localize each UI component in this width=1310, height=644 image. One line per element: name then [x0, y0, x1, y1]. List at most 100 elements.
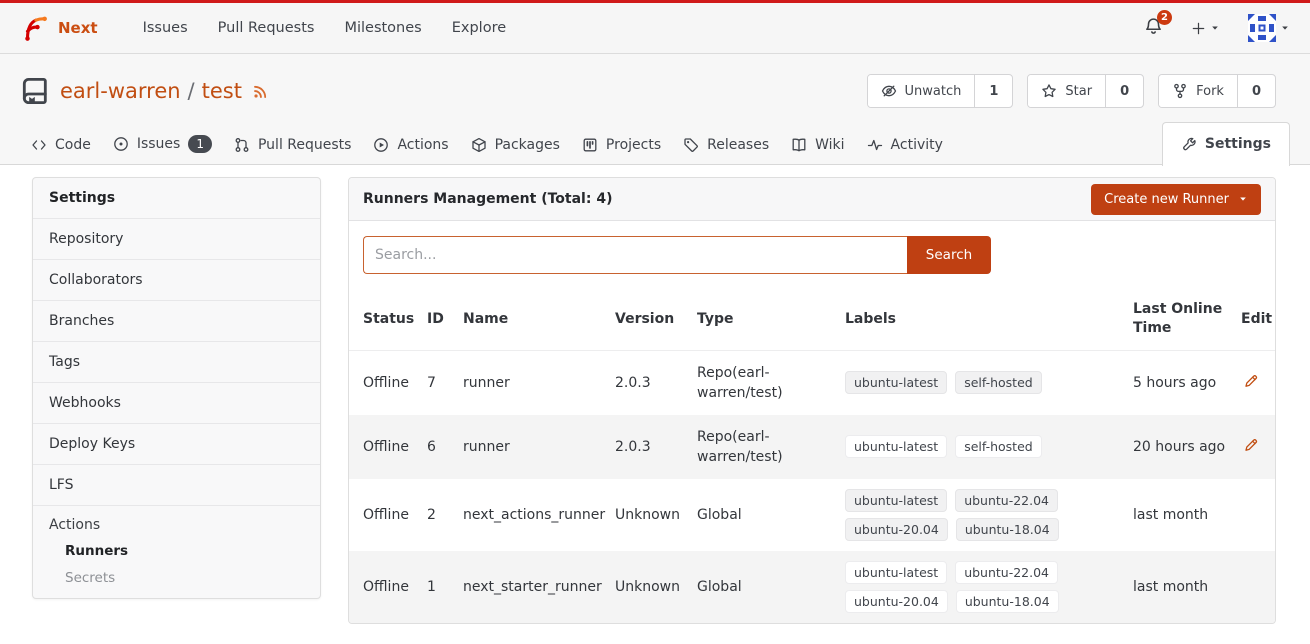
label-chips: ubuntu-latestubuntu-22.04ubuntu-20.04ubu…: [845, 489, 1085, 541]
forgejo-logo-icon: [20, 13, 50, 43]
top-navbar: Next IssuesPull RequestsMilestonesExplor…: [0, 3, 1310, 54]
tab-packages[interactable]: Packages: [460, 125, 571, 165]
sidebar-item-lfs[interactable]: LFS: [33, 464, 320, 505]
settings-sidebar: SettingsRepositoryCollaboratorsBranchesT…: [32, 177, 321, 599]
wiki-icon: [791, 137, 807, 153]
edit-runner-button[interactable]: [1241, 371, 1261, 394]
sidebar-subitem-runners[interactable]: Runners: [65, 543, 304, 559]
runner-name: next_starter_runner: [463, 551, 615, 623]
rss-icon[interactable]: [252, 83, 269, 100]
repo-name-link[interactable]: test: [202, 79, 242, 103]
page: Next IssuesPull RequestsMilestonesExplor…: [0, 0, 1310, 644]
sidebar-actions-subitems: Runners Secrets: [49, 543, 304, 586]
runners-table: StatusIDNameVersionTypeLabelsLast Online…: [349, 288, 1276, 623]
runner-id: 2: [427, 479, 463, 551]
instance-name: Next: [58, 19, 98, 37]
repo-title: earl-warren / test: [60, 79, 269, 103]
tab-settings[interactable]: Settings: [1162, 122, 1290, 166]
tab-actions[interactable]: Actions: [362, 125, 459, 165]
column-header-type: Type: [697, 288, 845, 351]
star-button-group: Star 0: [1027, 74, 1144, 108]
tab-pull-requests[interactable]: Pull Requests: [223, 125, 362, 165]
sidebar-item-branches[interactable]: Branches: [33, 300, 320, 341]
tab-label: Releases: [707, 137, 769, 153]
runner-name: next_actions_runner: [463, 479, 615, 551]
column-header-edit: Edit: [1241, 288, 1276, 351]
label-chips: ubuntu-latestself-hosted: [845, 435, 1085, 458]
fork-icon: [1172, 83, 1188, 99]
runner-labels: ubuntu-latestself-hosted: [845, 415, 1133, 479]
star-label: Star: [1065, 84, 1092, 99]
create-new-runner-button[interactable]: Create new Runner: [1091, 184, 1261, 215]
home-brand[interactable]: Next: [20, 13, 98, 43]
sidebar-item-tags[interactable]: Tags: [33, 341, 320, 382]
runner-type: Repo(earl-warren/test): [697, 351, 845, 415]
repo-owner-link[interactable]: earl-warren: [60, 79, 181, 103]
label-chip: ubuntu-20.04: [845, 590, 948, 613]
table-row: Offline1next_starter_runnerUnknownGlobal…: [349, 551, 1276, 623]
tab-label: Packages: [495, 137, 560, 153]
runner-last-online: last month: [1133, 551, 1241, 623]
unwatch-button-group: Unwatch 1: [867, 74, 1014, 108]
unwatch-button[interactable]: Unwatch: [868, 75, 976, 107]
avatar: [1248, 14, 1276, 42]
search-button[interactable]: Search: [907, 236, 991, 274]
repository-icon: [20, 76, 50, 106]
create-new-menu[interactable]: [1191, 21, 1220, 36]
unwatch-count[interactable]: 1: [975, 75, 1012, 107]
sidebar-item-deploy-keys[interactable]: Deploy Keys: [33, 423, 320, 464]
navbar-links: IssuesPull RequestsMilestonesExplore: [128, 20, 522, 36]
label-chips: ubuntu-latestself-hosted: [845, 371, 1085, 394]
label-chip: ubuntu-18.04: [956, 590, 1059, 613]
tab-wiki[interactable]: Wiki: [780, 125, 855, 165]
chevron-down-icon: [1280, 23, 1290, 33]
fork-button-group: Fork0: [1158, 74, 1276, 108]
nav-link-issues[interactable]: Issues: [128, 20, 203, 36]
runner-id: 1: [427, 551, 463, 623]
column-header-last-online-time: Last Online Time: [1133, 288, 1241, 351]
tab-label: Issues: [137, 136, 181, 152]
label-chip: ubuntu-20.04: [845, 518, 948, 541]
star-count[interactable]: 0: [1106, 75, 1143, 107]
tab-count-badge: 1: [188, 135, 212, 153]
sidebar-item-actions[interactable]: Actions: [49, 517, 304, 533]
notifications-button[interactable]: 2: [1144, 17, 1163, 40]
repo-header-section: earl-warren / test Unwatch1Star0Fork0 Co…: [0, 54, 1310, 165]
fork-button[interactable]: Fork: [1159, 75, 1238, 107]
settings-icon: [1181, 136, 1197, 152]
sidebar-item-repository[interactable]: Repository: [33, 218, 320, 259]
nav-link-explore[interactable]: Explore: [437, 20, 521, 36]
runner-name: runner: [463, 351, 615, 415]
unwatch-label: Unwatch: [905, 84, 962, 99]
column-header-id: ID: [427, 288, 463, 351]
nav-link-pull-requests[interactable]: Pull Requests: [203, 20, 330, 36]
runner-last-online: last month: [1133, 479, 1241, 551]
runner-edit-cell: [1241, 415, 1276, 479]
search-input[interactable]: [363, 236, 907, 274]
user-menu[interactable]: [1248, 14, 1290, 42]
label-chip: self-hosted: [955, 371, 1042, 394]
activity-icon: [867, 137, 883, 153]
runner-status: Offline: [349, 415, 427, 479]
sidebar-item-collaborators[interactable]: Collaborators: [33, 259, 320, 300]
tab-issues[interactable]: Issues 1: [102, 123, 223, 165]
sidebar-item-webhooks[interactable]: Webhooks: [33, 382, 320, 423]
label-chip: ubuntu-latest: [845, 561, 947, 584]
label-chip: ubuntu-22.04: [955, 489, 1058, 512]
tab-code[interactable]: Code: [20, 125, 102, 165]
sidebar-subitem-secrets[interactable]: Secrets: [65, 570, 304, 586]
eye-slash-icon: [881, 83, 897, 99]
tab-activity[interactable]: Activity: [856, 125, 954, 165]
tab-projects[interactable]: Projects: [571, 125, 672, 165]
edit-runner-button[interactable]: [1241, 435, 1261, 458]
runner-type: Global: [697, 551, 845, 623]
sidebar-section-actions: Actions Runners Secrets: [33, 505, 320, 598]
tab-releases[interactable]: Releases: [672, 125, 780, 165]
star-button[interactable]: Star: [1028, 75, 1106, 107]
nav-link-milestones[interactable]: Milestones: [329, 20, 436, 36]
plus-icon: [1191, 21, 1206, 36]
runner-status: Offline: [349, 351, 427, 415]
sidebar-header: Settings: [33, 178, 320, 218]
fork-count[interactable]: 0: [1238, 75, 1275, 107]
table-row: Offline6runner2.0.3Repo(earl-warren/test…: [349, 415, 1276, 479]
